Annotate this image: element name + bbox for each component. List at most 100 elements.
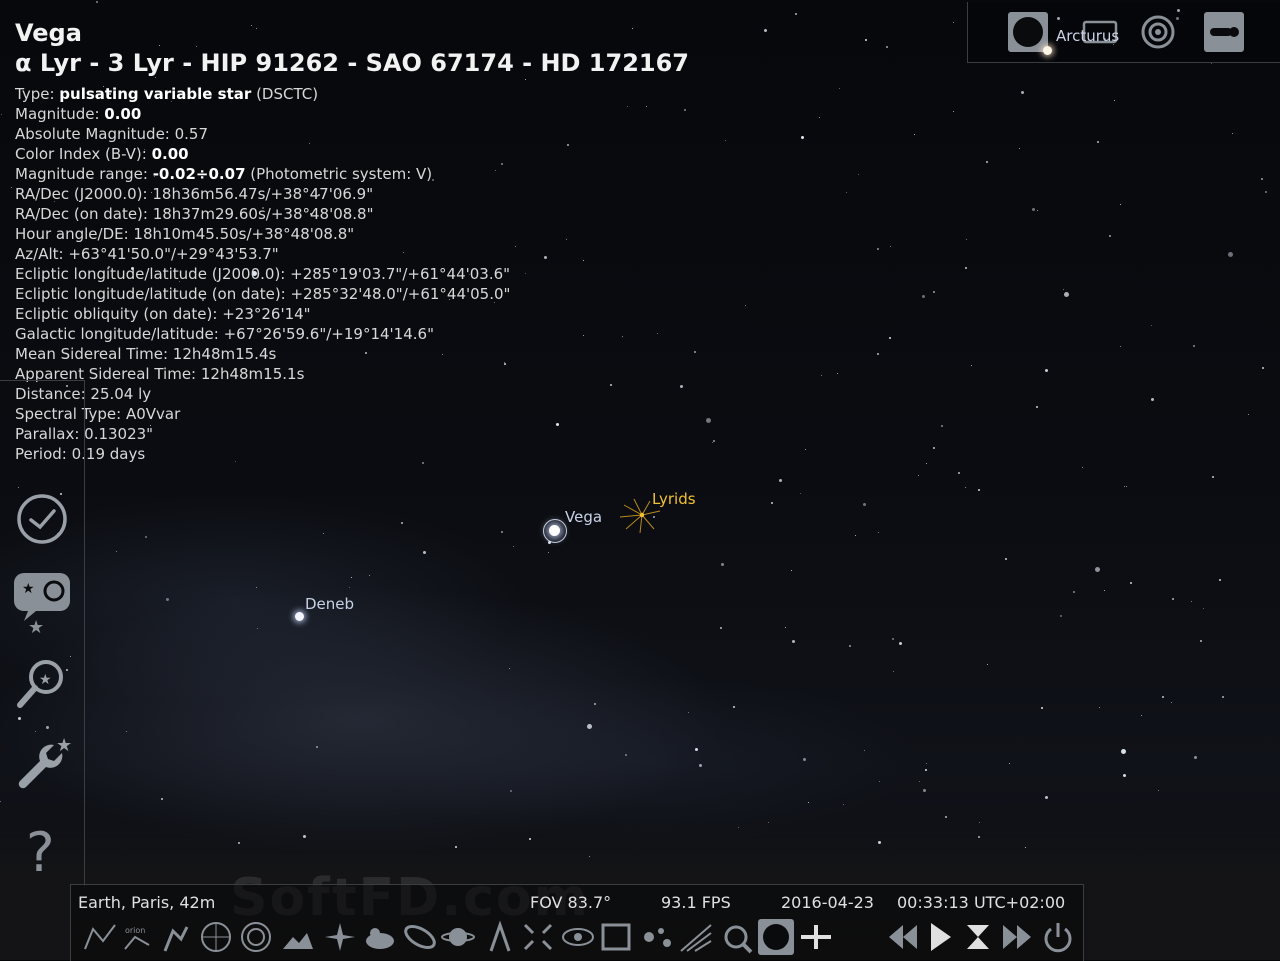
background-star xyxy=(877,353,879,355)
date-time-button[interactable] xyxy=(10,487,74,551)
object-absolute-magnitude: Absolute Magnitude: 0.57 xyxy=(15,125,209,143)
background-star xyxy=(509,668,510,669)
meteor-showers-button[interactable] xyxy=(677,919,715,955)
background-star xyxy=(979,822,980,823)
vega-star[interactable] xyxy=(543,519,567,543)
ground-button[interactable] xyxy=(279,919,317,955)
target-toggle-button[interactable] xyxy=(1136,10,1180,54)
constellation-art-icon xyxy=(163,926,189,952)
background-star xyxy=(589,856,590,857)
exoplanets-button[interactable] xyxy=(639,919,677,955)
night-mode-button[interactable] xyxy=(559,919,597,955)
satellites-icon xyxy=(724,925,753,954)
mount-mode-icon xyxy=(489,920,511,952)
atmosphere-button[interactable] xyxy=(361,919,399,955)
object-info-panel: Vega α Lyr - 3 Lyr - HIP 91262 - SAO 671… xyxy=(15,18,689,464)
fps-status: 93.1 FPS xyxy=(661,893,731,912)
telescope-icon xyxy=(801,925,831,949)
configuration-button[interactable]: ★ xyxy=(10,733,74,797)
telescope-button[interactable] xyxy=(797,919,835,955)
background-star xyxy=(768,822,769,823)
background-star xyxy=(805,449,806,450)
time-status[interactable]: 00:33:13 UTC+02:00 xyxy=(897,893,1065,912)
background-star xyxy=(864,750,865,751)
play-icon xyxy=(931,923,951,951)
date-status[interactable]: 2016-04-23 xyxy=(781,893,874,912)
background-star xyxy=(1194,756,1197,759)
background-star xyxy=(720,627,722,629)
top-toolbar xyxy=(967,2,1280,63)
background-star xyxy=(865,39,867,41)
arcturus-star[interactable] xyxy=(1043,46,1052,55)
constellation-lines-icon xyxy=(84,924,116,950)
background-star xyxy=(1151,325,1152,326)
location-status[interactable]: Earth, Paris, 42m xyxy=(78,893,215,912)
full-screen-button[interactable] xyxy=(597,919,635,955)
sky-viewing-options-button[interactable]: ★ ★ xyxy=(10,569,74,638)
search-button[interactable]: ★ xyxy=(10,651,74,715)
satellites-button[interactable] xyxy=(717,919,755,955)
deep-sky-objects-button[interactable] xyxy=(401,919,439,955)
planet-labels-button[interactable] xyxy=(439,919,477,955)
equatorial-grid-button[interactable] xyxy=(197,919,235,955)
background-star xyxy=(501,531,503,533)
background-star xyxy=(316,746,318,748)
background-star xyxy=(899,642,902,645)
background-star xyxy=(1120,346,1121,347)
background-star xyxy=(1121,749,1126,754)
background-star xyxy=(764,29,767,32)
background-star xyxy=(725,140,726,141)
background-star xyxy=(351,577,352,578)
background-star xyxy=(594,703,596,705)
background-star xyxy=(819,117,820,118)
rewind-icon xyxy=(889,925,917,949)
background-star xyxy=(1261,178,1263,180)
background-star xyxy=(166,598,169,601)
svg-text:★: ★ xyxy=(39,672,52,688)
quit-button[interactable] xyxy=(1039,919,1077,955)
svg-text:★: ★ xyxy=(28,617,44,633)
background-star xyxy=(1158,790,1159,791)
background-star xyxy=(1193,345,1195,347)
background-star xyxy=(1021,91,1024,94)
ocular-button[interactable] xyxy=(757,919,795,955)
constellation-art-button[interactable] xyxy=(157,919,195,955)
background-star xyxy=(978,489,980,491)
background-star xyxy=(855,535,856,536)
cardinal-points-button[interactable] xyxy=(321,919,359,955)
background-star xyxy=(1025,847,1026,848)
dock-toggle-button[interactable] xyxy=(1202,10,1246,54)
background-star xyxy=(11,187,12,188)
background-star xyxy=(1063,289,1064,290)
constellation-labels-button[interactable]: orion xyxy=(119,919,157,955)
play-button[interactable] xyxy=(921,919,959,955)
deneb-star[interactable] xyxy=(295,612,304,621)
background-star xyxy=(1036,406,1038,408)
mount-mode-button[interactable] xyxy=(481,919,519,955)
azimuthal-grid-button[interactable] xyxy=(237,919,275,955)
background-star xyxy=(1262,367,1264,369)
background-star xyxy=(922,295,925,298)
equatorial-grid-icon xyxy=(201,922,231,952)
help-button[interactable]: ? xyxy=(10,815,74,884)
background-star xyxy=(1009,763,1010,764)
exoplanets-icon xyxy=(644,928,671,947)
constellation-lines-button[interactable] xyxy=(81,919,119,955)
object-name: Vega xyxy=(15,19,82,47)
background-star xyxy=(808,802,809,803)
set-time-now-button[interactable] xyxy=(959,919,997,955)
fast-forward-button[interactable] xyxy=(999,919,1037,955)
background-star xyxy=(986,161,988,163)
background-star xyxy=(926,763,927,764)
rewind-button[interactable] xyxy=(883,919,921,955)
background-star xyxy=(1005,558,1007,560)
background-star xyxy=(966,239,967,240)
object-parallax: Parallax: 0.13023" xyxy=(15,425,154,443)
full-screen-icon xyxy=(601,923,631,951)
background-star xyxy=(892,638,894,640)
center-on-object-button[interactable] xyxy=(519,919,557,955)
background-star xyxy=(863,503,866,506)
background-star xyxy=(849,645,851,647)
object-spectral-type: Spectral Type: A0Vvar xyxy=(15,405,181,423)
object-ecliptic-obliquity: Ecliptic obliquity (on date): +23°26'14" xyxy=(15,305,311,323)
